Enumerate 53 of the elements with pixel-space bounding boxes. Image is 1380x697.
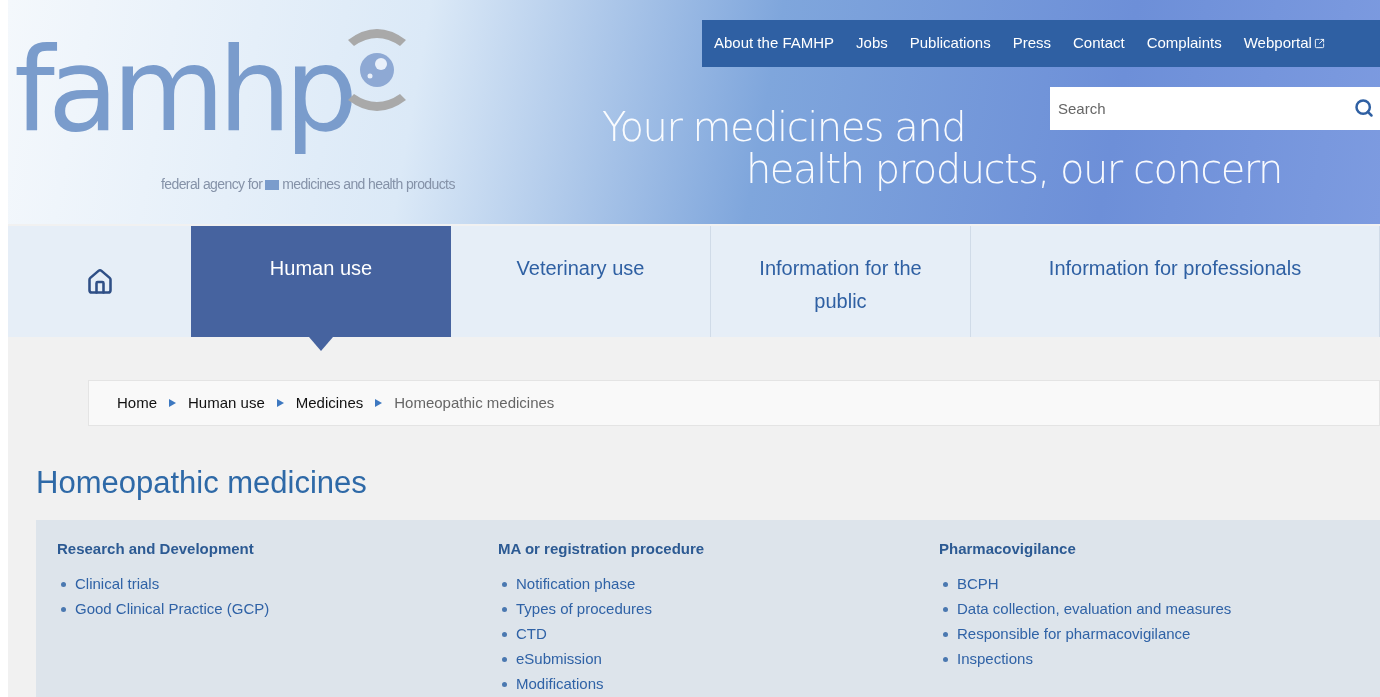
tagline: health products, our concern [746, 148, 1282, 190]
breadcrumb-separator-icon [375, 399, 383, 408]
logo-subtitle: federal agency for [161, 175, 263, 194]
top-nav-link[interactable]: Press [1012, 32, 1051, 55]
section-heading[interactable]: Research and Development [57, 537, 498, 560]
section-link[interactable]: Data collection, evaluation and measures [957, 598, 1232, 621]
breadcrumb-link[interactable]: Home [117, 391, 157, 415]
top-nav-link[interactable]: Contact [1073, 32, 1125, 55]
bullet-icon [943, 657, 948, 662]
section-link[interactable]: CTD [516, 623, 547, 646]
nav-tab[interactable]: Information for the public [711, 226, 971, 338]
breadcrumb-link[interactable]: Medicines [295, 391, 364, 415]
bullet-icon [943, 632, 948, 637]
section-link[interactable]: Clinical trials [75, 573, 160, 596]
external-link-icon [1313, 38, 1325, 49]
section-link[interactable]: BCPH [957, 573, 999, 596]
search-field[interactable]: Search [1050, 87, 1380, 130]
bullet-icon [61, 582, 66, 587]
bullet-icon [502, 582, 507, 587]
top-nav-link[interactable]: Complaints [1146, 32, 1222, 55]
bullet-icon [502, 682, 507, 687]
nav-tab[interactable]: Information for professionals [971, 226, 1380, 338]
top-nav-link[interactable]: Jobs [856, 32, 888, 55]
home-icon [85, 267, 114, 296]
top-nav-link[interactable]: Publications [909, 32, 991, 55]
section-heading[interactable]: Pharmacovigilance [939, 537, 1380, 560]
section-link[interactable]: eSubmission [516, 648, 602, 671]
breadcrumb-link[interactable]: Homeopathic medicines [394, 391, 555, 415]
section-link[interactable]: Types of procedures [516, 598, 652, 621]
top-nav-link[interactable]: Webportal [1243, 32, 1325, 55]
bullet-icon [943, 607, 948, 612]
section-link[interactable]: Good Clinical Practice (GCP) [75, 598, 270, 621]
search-icon[interactable] [1354, 98, 1374, 118]
bullet-icon [61, 607, 66, 612]
section-link[interactable]: Notification phase [516, 573, 636, 596]
breadcrumb-separator-icon [276, 399, 284, 408]
tagline: Your medicines and [602, 106, 966, 148]
breadcrumb-separator-icon [169, 399, 176, 408]
section-link[interactable]: Responsible for pharmacovigilance [957, 623, 1191, 646]
bullet-icon [502, 632, 507, 637]
section-link[interactable]: Modifications [516, 673, 604, 696]
nav-tab[interactable]: Veterinary use [451, 226, 711, 338]
top-nav-link[interactable]: About the FAMHP [714, 32, 835, 55]
bullet-icon [502, 657, 507, 662]
section-link[interactable]: Inspections [957, 648, 1033, 671]
bullet-icon [943, 582, 948, 587]
breadcrumb-link[interactable]: Human use [188, 391, 265, 415]
section-heading[interactable]: MA or registration procedure [498, 537, 939, 560]
selected-pointer-icon [309, 337, 333, 352]
bullet-icon [502, 607, 507, 612]
logo-subtitle: medicines and health products [282, 175, 455, 194]
page-title: Homeopathic medicines [36, 464, 368, 502]
logo-square-icon [265, 179, 280, 190]
